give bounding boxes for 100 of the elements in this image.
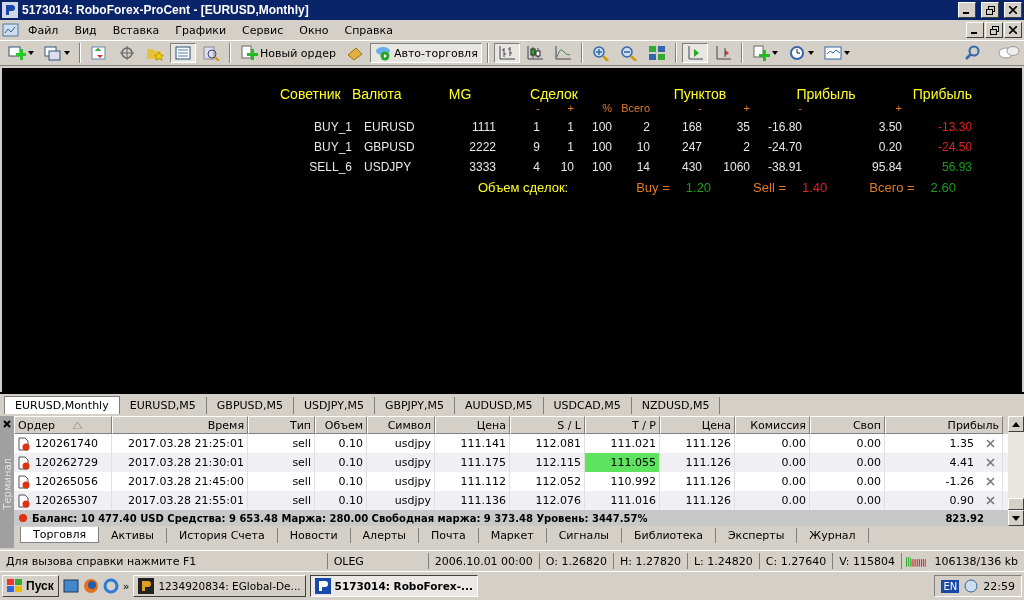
chart-tab[interactable]: EURUSD,M5 [119, 397, 207, 414]
terminal-tab[interactable]: Алерты [350, 527, 419, 543]
menu-item[interactable]: Сервис [234, 21, 292, 39]
column-header: Валюта [352, 86, 403, 102]
caret-icon [843, 51, 850, 55]
table-cell-text: BUY_1 [312, 120, 352, 134]
taskbar-button[interactable]: 5173014: RoboForex-... [309, 575, 478, 597]
table-cell-text: 100 [590, 120, 612, 134]
close-order-icon[interactable] [986, 477, 995, 486]
column-subheader: - [697, 102, 702, 114]
caret-icon [771, 51, 778, 55]
network-icon[interactable] [963, 578, 980, 594]
table-cell-text: 247 [680, 140, 702, 154]
menu-item[interactable]: Графики [167, 21, 235, 39]
start-button[interactable]: Пуск [2, 575, 59, 597]
chart-tab[interactable]: GBPUSD,M5 [206, 397, 295, 414]
desktop-icon[interactable] [62, 578, 79, 594]
restore-button[interactable] [981, 2, 999, 18]
terminal-tab[interactable]: Библиотека [621, 527, 716, 543]
close-order-icon[interactable] [986, 439, 995, 448]
language-indicator[interactable]: EN [941, 579, 960, 593]
menu-item[interactable]: Справка [336, 21, 401, 39]
balance-profit: 823.92 [945, 512, 985, 524]
column-header[interactable]: Цена [660, 416, 735, 434]
zoom-out-icon [619, 45, 638, 61]
toolbar-button[interactable]: Авто-торговля [369, 43, 482, 63]
chart-tab[interactable]: GBPJPY,M5 [374, 397, 455, 414]
indicators-icon [751, 45, 770, 61]
chat-icon[interactable] [998, 45, 1020, 61]
table-cell-text: SELL_6 [308, 160, 352, 174]
terminal-tab[interactable]: Эксперты [715, 527, 798, 543]
down-arrow-icon [1012, 515, 1020, 521]
close-button[interactable] [1004, 2, 1022, 18]
scroll-up-button[interactable] [1008, 416, 1024, 432]
taskbar-button[interactable]: 1234920834: EGlobal-De... [133, 575, 306, 597]
toolbar-icon[interactable] [681, 43, 708, 63]
column-header: Прибыль [911, 86, 972, 102]
column-header[interactable]: T / P [585, 416, 660, 434]
menu-item[interactable]: Вид [66, 21, 105, 39]
terminal-tab[interactable]: Почта [419, 527, 479, 543]
tile-windows-icon [647, 45, 666, 61]
close-icon[interactable] [3, 420, 11, 428]
toolbar-icon[interactable] [170, 43, 196, 63]
column-header[interactable]: Комиссия [735, 416, 810, 434]
restore-button[interactable] [985, 22, 1003, 38]
chart-tab[interactable]: AUDUSD,M5 [454, 397, 544, 414]
column-header[interactable]: S / L [510, 416, 585, 434]
close-button[interactable] [1004, 22, 1022, 38]
chart-tab[interactable]: NZDUSD,M5 [631, 397, 721, 414]
minimize-button[interactable] [958, 2, 976, 18]
new-chart-icon [8, 45, 26, 61]
toolbar-icon[interactable] [493, 43, 520, 63]
table-cell-text: -13.30 [936, 120, 972, 134]
terminal-tab[interactable]: Журнал [797, 527, 869, 543]
column-header[interactable]: Прибыль [885, 416, 1003, 434]
terminal-tab[interactable]: История Счета [167, 527, 278, 543]
close-order-icon[interactable] [986, 458, 995, 467]
table-cell-text: 100 [590, 160, 612, 174]
table-cell-text: EURUSD [363, 120, 416, 134]
new-order-icon [240, 45, 258, 61]
column-header[interactable]: Символ [367, 416, 435, 434]
terminal-tab[interactable]: Новости [277, 527, 351, 543]
scroll-down-button[interactable] [1008, 510, 1024, 526]
column-header[interactable]: Время [112, 416, 248, 434]
column-header[interactable]: Объем [315, 416, 367, 434]
close-icon [1009, 6, 1017, 14]
order-icon [17, 493, 31, 508]
scroll-thumb[interactable] [1008, 498, 1024, 510]
terminal-tab[interactable]: Торговля [20, 527, 100, 543]
table-cell-text: 35 [735, 120, 750, 134]
column-header[interactable]: Тип [248, 416, 315, 434]
magnifier-icon [202, 45, 220, 61]
table-cell-text: GBPUSD [363, 140, 416, 154]
menu-item[interactable]: Окно [291, 21, 337, 39]
volume: V: 115804 [833, 553, 902, 569]
column-subheader: % [601, 102, 612, 114]
profiles-icon [44, 45, 62, 61]
toolbar-button[interactable]: Новый ордер [236, 43, 340, 63]
terminal-tab[interactable]: Маркет [478, 527, 547, 543]
search-icon[interactable] [964, 45, 982, 61]
column-header[interactable]: Ордер [14, 416, 112, 434]
table-cell: 120265307 [35, 494, 98, 507]
chart-tab[interactable]: USDJPY,M5 [294, 397, 375, 414]
close-order-icon[interactable] [986, 496, 995, 505]
table-cell-text: USDJPY [363, 160, 413, 174]
more-button[interactable]: » [122, 579, 130, 593]
open-price: O: 1.26820 [539, 553, 614, 569]
auto-trading-icon [373, 45, 392, 61]
terminal-tab[interactable]: Сигналы [546, 527, 622, 543]
column-header[interactable]: Своп [810, 416, 885, 434]
menu-item[interactable]: Файл [20, 21, 67, 39]
chart-tab[interactable]: USDCAD,M5 [543, 397, 632, 414]
table-cell-text: 14 [635, 160, 650, 174]
summary-label: Sell = [753, 180, 786, 195]
minimize-button[interactable] [966, 22, 984, 38]
column-header[interactable]: Цена [435, 416, 510, 434]
chart-tab[interactable]: EURUSD,Monthly [4, 396, 120, 414]
menu-item[interactable]: Вставка [104, 21, 168, 39]
table-cell-text: 4 [532, 160, 540, 174]
terminal-tab[interactable]: Активы [99, 527, 167, 543]
